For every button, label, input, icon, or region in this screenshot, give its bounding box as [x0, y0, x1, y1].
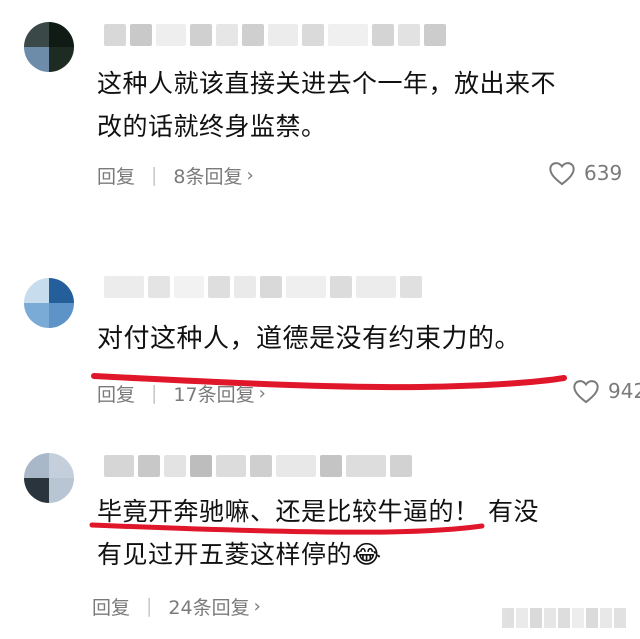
comment-text-line-content: 有见过开五菱这样停的	[97, 540, 353, 569]
chevron-right-icon: ›	[246, 164, 254, 186]
comment-text-line: 有见过开五菱这样停的😂	[97, 533, 620, 576]
divider: |	[146, 595, 153, 617]
like-button[interactable]: 639	[548, 160, 622, 186]
username-blurred[interactable]	[104, 24, 446, 50]
heart-outline-icon	[549, 162, 575, 186]
like-button[interactable]: 942	[572, 378, 640, 404]
reply-button[interactable]: 回复	[97, 162, 135, 189]
view-replies-link[interactable]: 17条回复	[173, 380, 254, 407]
comment-2: 对付这种人，道德是没有约束力的。 回复 | 17条回复 › 942	[0, 250, 640, 420]
view-replies-link[interactable]: 8条回复	[173, 162, 242, 189]
comment-actions: 回复 | 17条回复 ›	[97, 380, 266, 406]
reply-button[interactable]: 回复	[92, 593, 130, 620]
comment-actions: 回复 | 8条回复 ›	[97, 162, 254, 188]
comment-text: 对付这种人，道德是没有约束力的。	[97, 318, 620, 361]
comment-1: 这种人就该直接关进去个一年，放出来不 改的话就终身监禁。 回复 | 8条回复 ›…	[0, 0, 640, 210]
comment-text-line: 毕竟开奔驰嘛、还是比较牛逼的！ 有没	[97, 497, 539, 526]
watermark-blurred	[502, 603, 632, 633]
chevron-right-icon: ›	[253, 595, 261, 617]
heart-outline-icon	[573, 380, 599, 404]
reply-button[interactable]: 回复	[97, 380, 135, 407]
view-replies-link[interactable]: 24条回复	[168, 593, 249, 620]
username-blurred[interactable]	[104, 276, 422, 302]
divider: |	[151, 164, 158, 186]
like-count: 639	[584, 161, 623, 185]
username-blurred[interactable]	[104, 455, 412, 481]
laughing-crying-emoji-icon: 😂	[352, 540, 382, 569]
divider: |	[151, 382, 158, 404]
comment-text: 这种人就该直接关进去个一年，放出来不 改的话就终身监禁。	[97, 62, 620, 148]
comment-text-line: 改的话就终身监禁。	[97, 112, 327, 141]
avatar[interactable]	[24, 278, 74, 328]
avatar[interactable]	[24, 453, 74, 503]
avatar[interactable]	[24, 22, 74, 72]
like-count: 942	[608, 379, 640, 403]
chevron-right-icon: ›	[258, 382, 266, 404]
comment-text: 毕竟开奔驰嘛、还是比较牛逼的！ 有没 有见过开五菱这样停的😂	[97, 490, 620, 576]
comment-text-line: 这种人就该直接关进去个一年，放出来不	[97, 69, 557, 98]
comment-text-line: 对付这种人，道德是没有约束力的。	[97, 324, 522, 354]
comment-actions: 回复 | 24条回复 ›	[92, 593, 261, 619]
